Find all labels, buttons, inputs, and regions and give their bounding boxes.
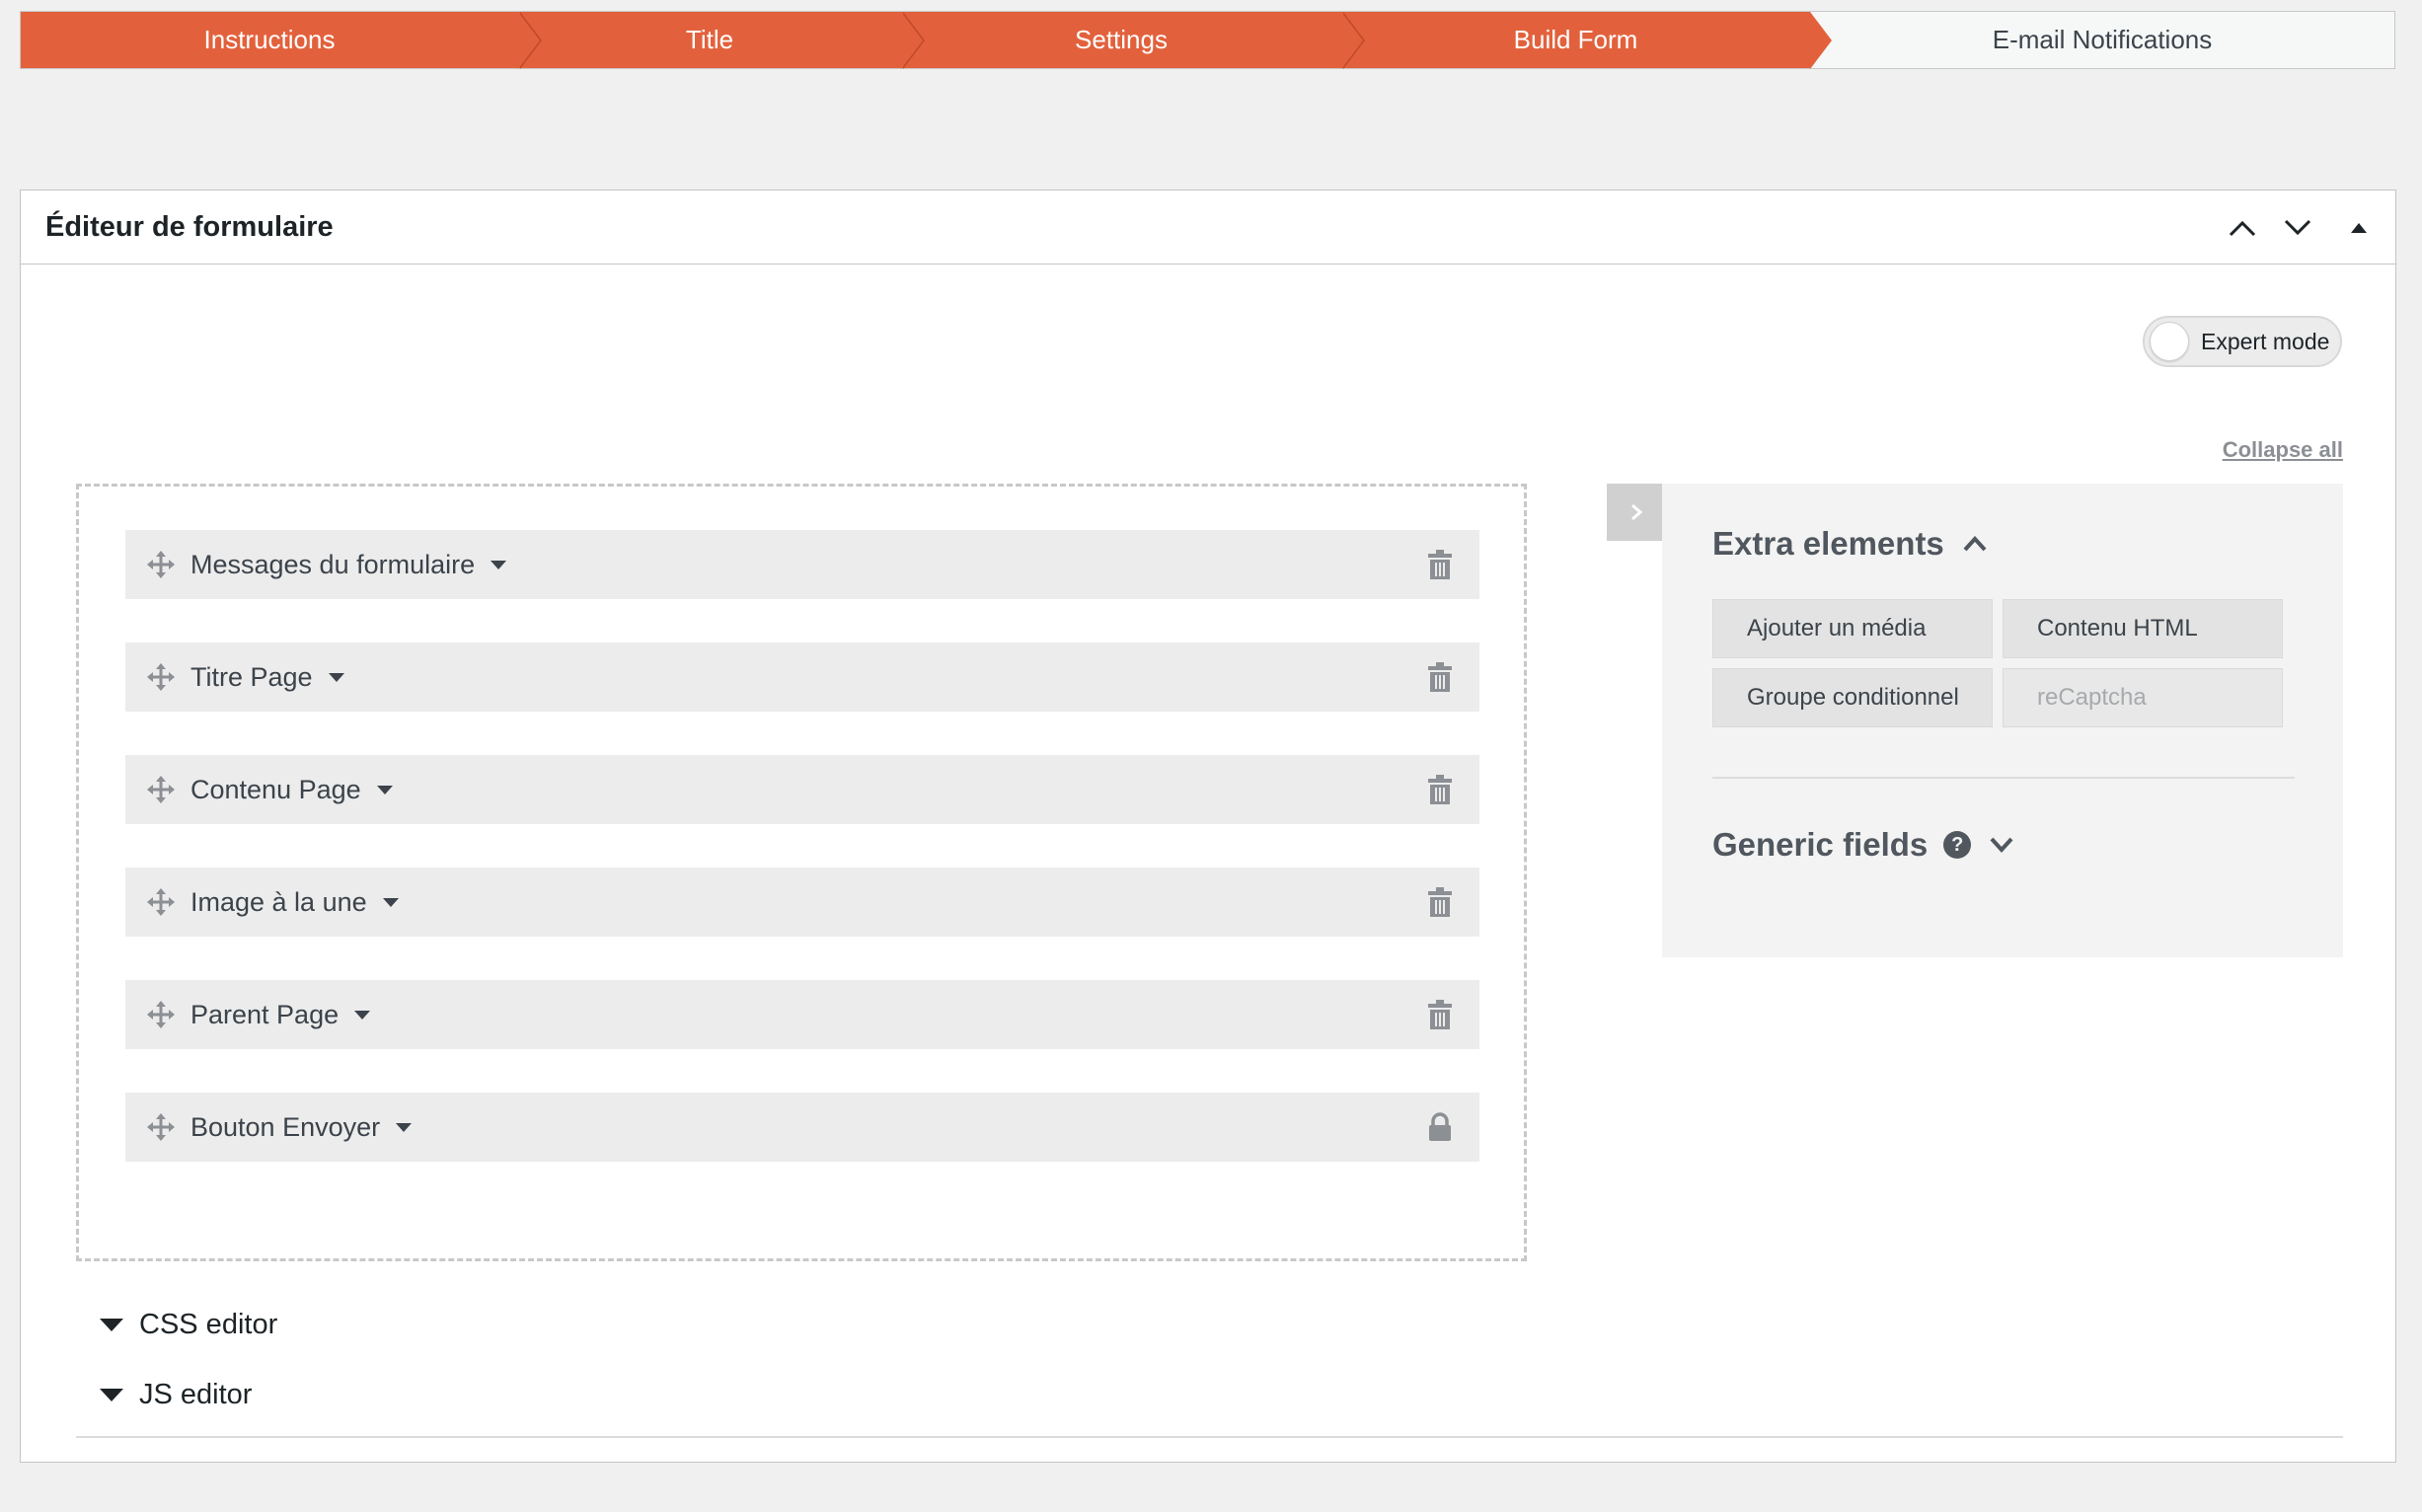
form-fields-area: Messages du formulaire Titre Page Conten… (76, 484, 1527, 1261)
step-build-form[interactable]: Build Form (1341, 12, 1832, 69)
step-email-notifications[interactable]: E-mail Notifications (1810, 12, 2394, 68)
expert-mode-label: Expert mode (2201, 328, 2330, 354)
postbox-header: Éditeur de formulaire (21, 190, 2395, 265)
step-instructions[interactable]: Instructions (21, 12, 542, 69)
field-label: Contenu Page (190, 774, 361, 804)
step-label: Title (685, 25, 734, 54)
caret-down-icon[interactable] (354, 1010, 371, 1020)
divider (76, 1436, 2343, 1438)
elements-sidebar: Extra elements Ajouter un média Contenu … (1662, 484, 2343, 957)
field-label: Titre Page (190, 661, 313, 692)
step-settings[interactable]: Settings (901, 12, 1365, 69)
trash-icon[interactable] (1426, 887, 1454, 917)
move-icon[interactable] (147, 776, 175, 803)
step-label: Build Form (1513, 25, 1638, 54)
html-content-button[interactable]: Contenu HTML (2003, 599, 2283, 658)
help-icon[interactable]: ? (1943, 831, 1972, 859)
css-editor-toggle[interactable]: CSS editor (100, 1309, 277, 1341)
move-icon[interactable] (147, 551, 175, 578)
lock-icon (1429, 1112, 1451, 1141)
field-row[interactable]: Titre Page (125, 643, 1479, 712)
caret-down-icon[interactable] (491, 560, 507, 569)
field-row[interactable]: Contenu Page (125, 755, 1479, 824)
field-label: Parent Page (190, 999, 340, 1029)
caret-up-icon (2351, 222, 2367, 233)
field-label: Messages du formulaire (190, 549, 476, 579)
postbox-title: Éditeur de formulaire (45, 210, 334, 243)
generic-fields-title: Generic fields (1712, 826, 1929, 863)
js-editor-toggle[interactable]: JS editor (100, 1379, 252, 1411)
field-label: Bouton Envoyer (190, 1111, 381, 1142)
add-media-button[interactable]: Ajouter un média (1712, 599, 1993, 658)
sidebar-toggle-button[interactable] (1607, 484, 1666, 541)
css-editor-label: CSS editor (139, 1309, 278, 1340)
trash-icon[interactable] (1426, 662, 1454, 692)
step-label: E-mail Notifications (1992, 25, 2213, 54)
move-icon[interactable] (147, 663, 175, 691)
form-editor-postbox: Éditeur de formulaire Expert mode Collap… (20, 189, 2396, 1463)
field-row[interactable]: Image à la une (125, 868, 1479, 937)
trash-icon[interactable] (1426, 775, 1454, 804)
field-row[interactable]: Messages du formulaire (125, 530, 1479, 599)
chevron-right-icon (1631, 503, 1643, 521)
step-title[interactable]: Title (518, 12, 925, 69)
step-label: Instructions (203, 25, 336, 54)
move-down-button[interactable] (2283, 213, 2312, 243)
chevron-up-icon (1963, 536, 1987, 552)
move-up-button[interactable] (2228, 213, 2257, 243)
divider (1712, 777, 2295, 779)
field-row[interactable]: Parent Page (125, 980, 1479, 1049)
generic-fields-header[interactable]: Generic fields ? (1712, 826, 2014, 864)
caret-down-icon (100, 1319, 123, 1331)
move-icon[interactable] (147, 1001, 175, 1028)
extra-elements-title: Extra elements (1712, 525, 1944, 562)
recaptcha-button[interactable]: reCaptcha (2003, 668, 2283, 727)
caret-down-icon[interactable] (328, 672, 344, 682)
conditional-group-button[interactable]: Groupe conditionnel (1712, 668, 1993, 727)
field-row[interactable]: Bouton Envoyer (125, 1093, 1479, 1162)
trash-icon[interactable] (1426, 550, 1454, 579)
caret-down-icon[interactable] (376, 785, 393, 794)
chevron-up-icon (2229, 220, 2256, 236)
caret-down-icon[interactable] (396, 1122, 413, 1132)
collapse-all-link[interactable]: Collapse all (2223, 437, 2343, 463)
caret-down-icon[interactable] (382, 897, 399, 907)
toggle-knob (2150, 322, 2189, 361)
extra-elements-header[interactable]: Extra elements (1712, 525, 1988, 563)
toggle-panel-button[interactable] (2344, 213, 2374, 243)
expert-mode-toggle[interactable]: Expert mode (2143, 316, 2342, 367)
trash-icon[interactable] (1426, 1000, 1454, 1029)
field-label: Image à la une (190, 886, 367, 917)
move-icon[interactable] (147, 1113, 175, 1141)
step-label: Settings (1075, 25, 1168, 54)
js-editor-label: JS editor (139, 1379, 253, 1410)
chevron-down-icon (2284, 219, 2311, 235)
move-icon[interactable] (147, 888, 175, 916)
chevron-down-icon (1990, 837, 2013, 853)
caret-down-icon (100, 1389, 123, 1401)
wizard-steps: Instructions Title Settings Build Form E… (20, 11, 2395, 69)
